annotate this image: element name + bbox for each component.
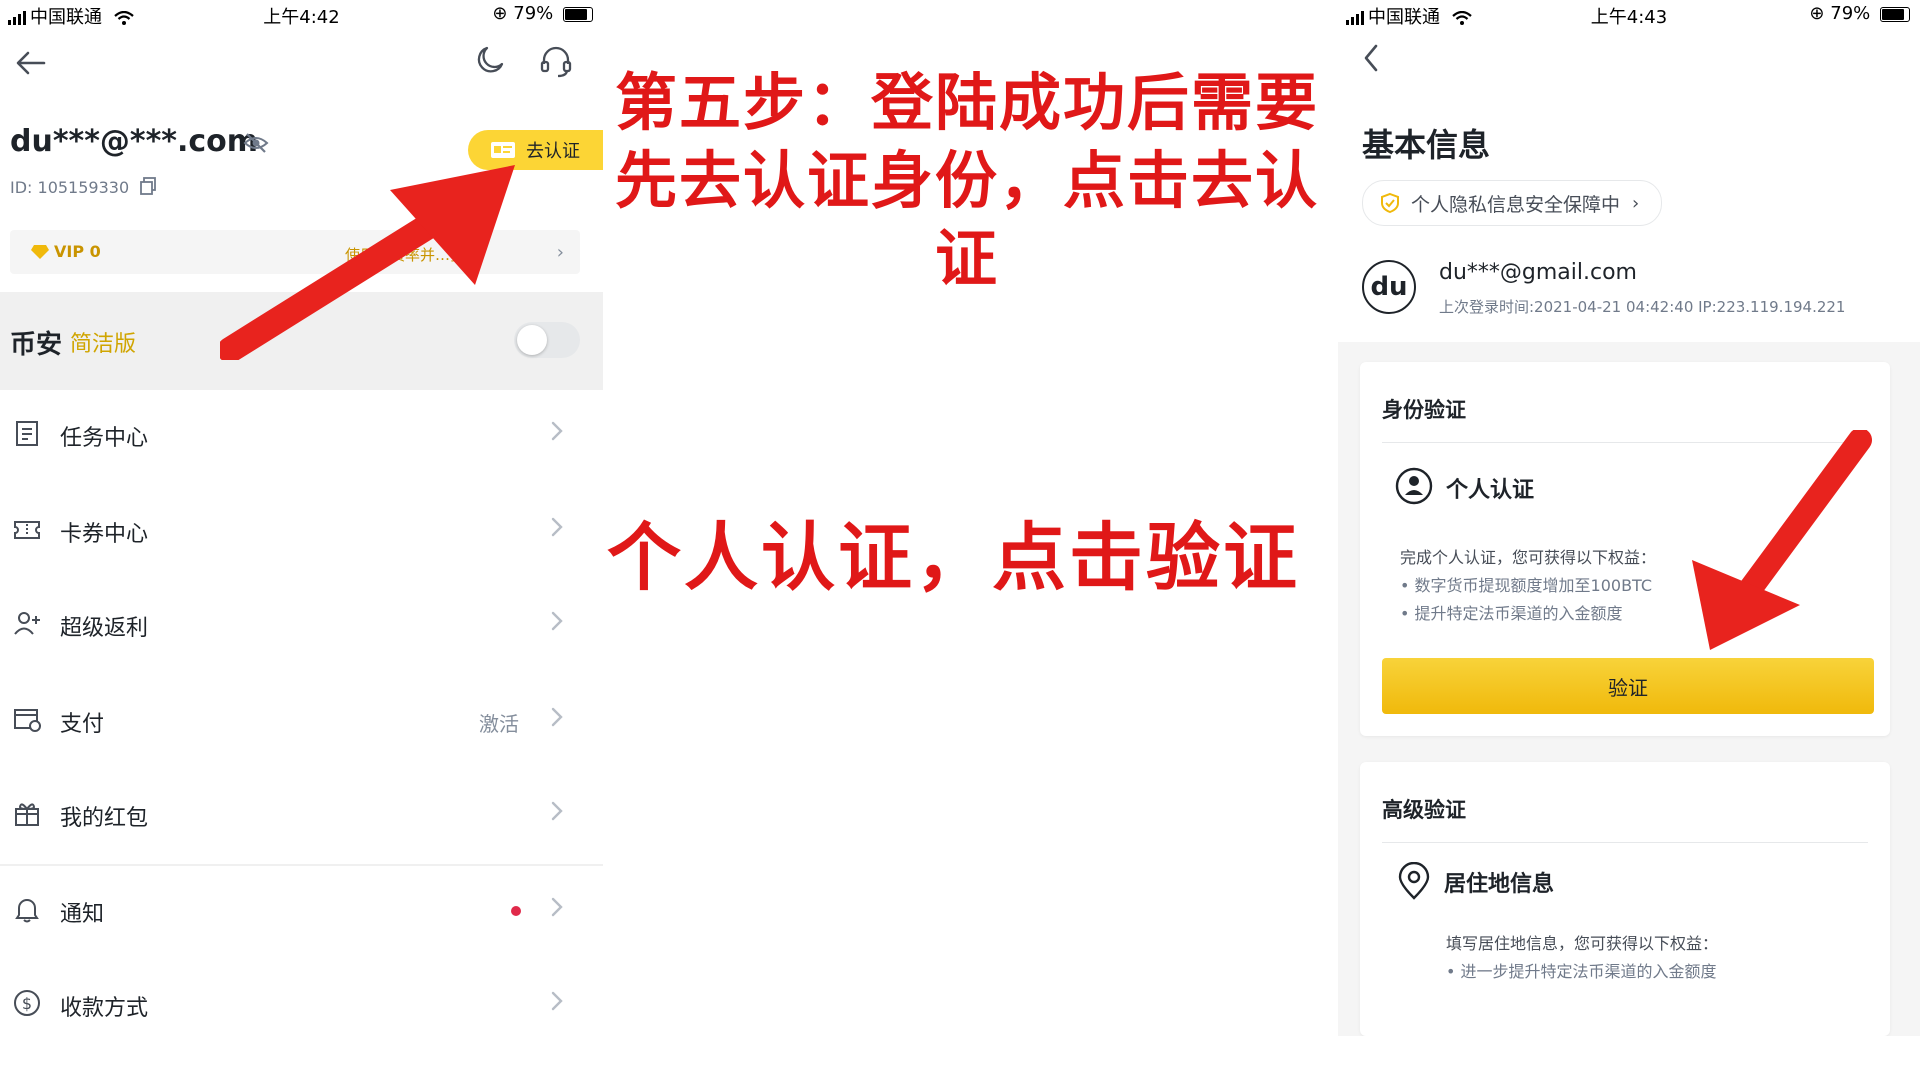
diamond-icon [31, 245, 49, 259]
user-circle-icon [1395, 467, 1433, 505]
menu-item[interactable]: 通知 [0, 864, 603, 959]
step-annotation-line: 证 [934, 222, 999, 295]
divider [1382, 842, 1868, 843]
residence-info-title: 居住地信息 [1444, 872, 1555, 897]
profile-email: du***@gmail.com [1439, 260, 1637, 285]
vip-description: 使用…费率并…折扣 [345, 246, 481, 264]
status-bar: 中国联通 上午4:42 ⊕ 79% [0, 0, 603, 30]
user-id: ID: 105159330 [10, 178, 130, 197]
account-email: du***@***.com [10, 124, 259, 159]
battery-icon [1880, 6, 1910, 22]
svg-text:$: $ [22, 994, 32, 1013]
chevron-right-icon [551, 611, 563, 631]
step-annotation-line: 先去认证身份，点击去认 [614, 144, 1319, 217]
battery-percent: 79% [513, 3, 554, 24]
menu-item-label: 我的红包 [60, 806, 149, 831]
avatar: du [1362, 260, 1416, 314]
payment-icon [14, 709, 41, 732]
profile-block: du du***@gmail.com 上次登录时间:2021-04-21 04:… [1338, 242, 1920, 338]
chevron-left-icon[interactable] [1358, 42, 1386, 74]
shield-check-icon [1381, 192, 1399, 214]
id-card-icon [491, 142, 515, 158]
battery-status: ⊕ 79% [492, 3, 593, 24]
divider [1382, 442, 1868, 443]
add-user-icon [14, 612, 40, 635]
chevron-right-icon [551, 421, 563, 441]
advanced-verification-card: 高级验证 居住地信息 填写居住地信息，您可获得以下权益： • 进一步提升特定法币… [1360, 762, 1890, 1036]
privacy-protection-pill[interactable]: 个人隐私信息安全保障中 › [1362, 180, 1663, 226]
chevron-right-icon [551, 517, 563, 537]
step-annotation-line: 第五步：登陆成功后需要 [614, 66, 1319, 139]
step-annotation: 第五步：登陆成功后需要 先去认证身份，点击去认 证 [607, 64, 1327, 298]
divider [0, 388, 603, 390]
status-bar: 中国联通 上午4:43 ⊕ 79% [1338, 0, 1920, 30]
chevron-right-icon: › [556, 242, 564, 263]
vip-level: VIP 0 [54, 242, 101, 261]
dollar-circle-icon: $ [14, 990, 40, 1016]
lite-mode-subtitle: 简洁版 [70, 332, 137, 357]
orientation-lock-icon: ⊕ [492, 3, 508, 24]
bell-icon [15, 899, 39, 923]
vip-banner[interactable]: VIP 0 使用…费率并…折扣 › [10, 230, 580, 274]
menu-item[interactable]: 我的红包 [0, 768, 603, 863]
menu-item-label: 通知 [60, 902, 105, 927]
menu-item-label: 卡券中心 [60, 522, 149, 547]
battery-percent: 79% [1830, 3, 1871, 24]
identity-verification-card: 身份验证 个人认证 完成个人认证，您可获得以下权益： • 数字货币提现额度增加至… [1360, 362, 1890, 736]
chevron-right-icon [551, 991, 563, 1011]
chevron-right-icon [551, 707, 563, 727]
left-phone-screen: 中国联通 上午4:42 ⊕ 79% du***@***.com ID: 1051… [0, 0, 603, 1036]
menu-item[interactable]: 超级返利 [0, 578, 603, 673]
personal-verify-annotation: 个人认证，点击验证 [607, 515, 1300, 601]
menu-item[interactable]: 支付 激活 [0, 674, 603, 769]
verify-button[interactable]: 验证 [1382, 658, 1874, 714]
menu-item-label: 支付 [60, 712, 105, 737]
menu-item[interactable]: 任务中心 [0, 388, 603, 483]
location-pin-icon [1398, 862, 1430, 900]
headset-icon[interactable] [538, 44, 574, 80]
eye-off-icon[interactable] [243, 130, 269, 156]
battery-status: ⊕ 79% [1809, 3, 1910, 24]
annotation-area: 第五步：登陆成功后需要 先去认证身份，点击去认 证 个人认证，点击验证 [603, 0, 1338, 1036]
benefit-item: • 提升特定法币渠道的入金额度 [1400, 604, 1623, 623]
benefit-item: • 进一步提升特定法币渠道的入金额度 [1446, 962, 1717, 981]
card-heading: 高级验证 [1382, 798, 1466, 822]
page-title: 基本信息 [1362, 126, 1491, 164]
lite-mode-title: 币安 [10, 330, 63, 360]
ticket-icon [14, 521, 40, 539]
menu-item-label: 收款方式 [60, 996, 149, 1021]
moon-icon[interactable] [474, 44, 506, 76]
menu-item-label: 任务中心 [60, 426, 149, 451]
task-list-icon [16, 421, 38, 446]
arrow-left-icon[interactable] [14, 46, 48, 80]
benefit-intro: 填写居住地信息，您可获得以下权益： [1446, 934, 1719, 953]
notification-dot [511, 906, 521, 916]
chevron-right-icon [551, 897, 563, 917]
personal-verification-title: 个人认证 [1446, 478, 1535, 503]
menu-item-status: 激活 [479, 712, 519, 736]
go-verify-button[interactable]: 去认证 [468, 130, 603, 170]
privacy-label: 个人隐私信息安全保障中 [1411, 193, 1621, 216]
lite-mode-row: 币安 简洁版 [0, 292, 603, 388]
menu-item[interactable]: $ 收款方式 [0, 958, 603, 1036]
chevron-right-icon: › [1632, 192, 1640, 214]
menu-item-label: 超级返利 [60, 616, 149, 641]
chevron-right-icon [551, 801, 563, 821]
benefit-item: • 数字货币提现额度增加至100BTC [1400, 576, 1653, 595]
go-verify-label: 去认证 [526, 141, 580, 162]
orientation-lock-icon: ⊕ [1809, 3, 1825, 24]
card-heading: 身份验证 [1382, 398, 1466, 422]
copy-icon[interactable] [138, 176, 158, 196]
gift-icon [15, 803, 39, 826]
last-login-info: 上次登录时间:2021-04-21 04:42:40 IP:223.119.19… [1439, 298, 1846, 316]
lite-mode-toggle[interactable] [514, 322, 580, 358]
benefit-intro: 完成个人认证，您可获得以下权益： [1400, 548, 1657, 567]
menu-item[interactable]: 卡券中心 [0, 484, 603, 579]
battery-icon [563, 6, 593, 22]
right-phone-screen: 中国联通 上午4:43 ⊕ 79% 基本信息 个人隐私信息安全保障中 › du … [1338, 0, 1920, 1036]
